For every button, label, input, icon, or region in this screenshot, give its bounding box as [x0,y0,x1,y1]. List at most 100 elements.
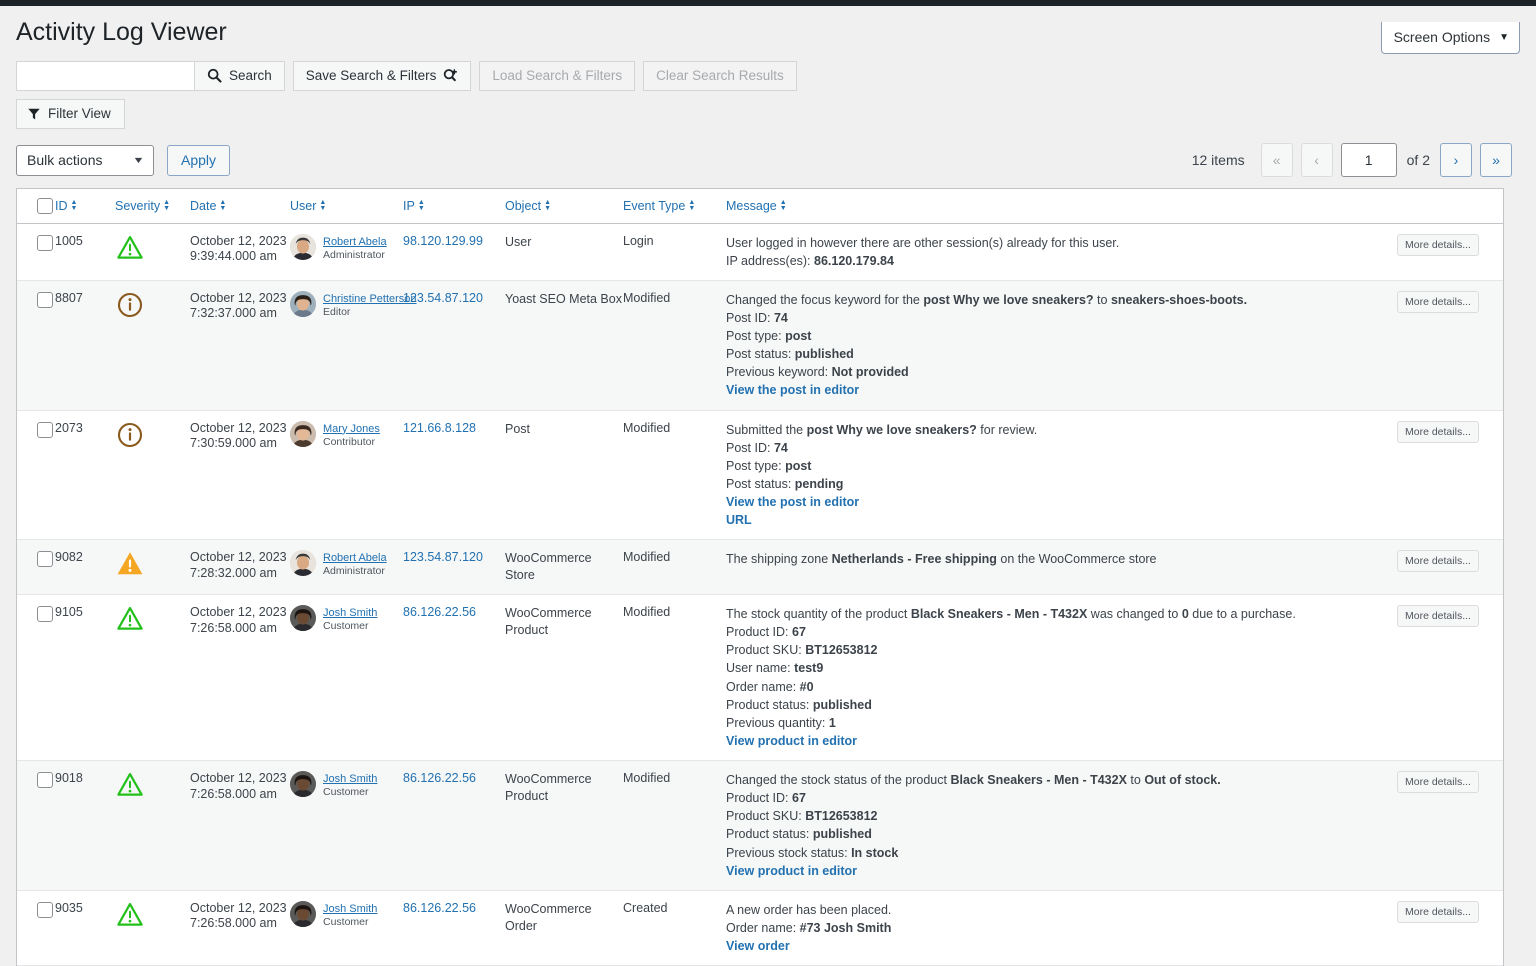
message-link[interactable]: URL [726,513,752,527]
ip-link[interactable]: 86.126.22.56 [403,771,476,785]
more-details-button[interactable]: More details... [1397,234,1479,256]
row-checkbox[interactable] [37,551,53,567]
ip-link[interactable]: 123.54.87.120 [403,550,483,564]
ip-link[interactable]: 86.126.22.56 [403,605,476,619]
clear-search-results-button[interactable]: Clear Search Results [643,61,797,91]
message-link[interactable]: View product in editor [726,734,857,748]
message-line: Post ID: 74 [726,439,1397,457]
user-name-link[interactable]: Josh Smith [323,903,377,915]
row-select-cell [17,761,55,891]
ip-link[interactable]: 123.54.87.120 [403,291,483,305]
ip-link[interactable]: 98.120.129.99 [403,234,483,248]
user-name-link[interactable]: Mary Jones [323,423,380,435]
row-checkbox[interactable] [37,292,53,308]
avatar-image [290,421,316,447]
column-header-user[interactable]: User ▲▼ [290,189,403,224]
row-message: Changed the focus keyword for the post W… [726,280,1397,410]
bulk-actions-select[interactable]: Bulk actions ▼ [16,145,154,176]
more-details-button[interactable]: More details... [1397,901,1479,923]
row-checkbox[interactable] [37,422,53,438]
message-line: The shipping zone Netherlands - Free shi… [726,550,1397,568]
message-link[interactable]: View order [726,939,790,953]
screen-options-toggle[interactable]: Screen Options ▼ [1381,22,1520,54]
load-search-filters-button[interactable]: Load Search & Filters [479,61,635,91]
row-checkbox[interactable] [37,606,53,622]
message-line: Order name: #0 [726,678,1397,696]
column-header-id[interactable]: ID ▲▼ [55,189,115,224]
row-user: Robert AbelaAdministrator [290,540,403,595]
message-line: Post status: published [726,345,1397,363]
row-severity [115,761,190,891]
message-line: A new order has been placed. [726,901,1397,919]
prev-page-button[interactable]: ‹ [1301,143,1333,177]
next-page-button[interactable]: › [1440,143,1472,177]
current-page-input[interactable]: 1 [1341,143,1397,177]
row-object: WooCommerce Product [505,761,623,891]
more-details-button[interactable]: More details... [1397,421,1479,443]
search-button[interactable]: Search [194,61,285,91]
more-details-button[interactable]: More details... [1397,550,1479,572]
user-name-link[interactable]: Robert Abela [323,552,387,564]
column-label-user: User [290,199,316,213]
row-event-type: Login [623,223,726,280]
user-name-link[interactable]: Robert Abela [323,236,387,248]
warning-triangle-icon [115,234,145,262]
save-search-filters-button[interactable]: Save Search & Filters [293,61,472,91]
row-actions: More details... [1397,761,1503,891]
sort-icon: ▲▼ [544,200,551,212]
message-line: Previous stock status: In stock [726,844,1397,862]
more-details-button[interactable]: More details... [1397,291,1479,313]
row-checkbox[interactable] [37,772,53,788]
row-user: Mary JonesContributor [290,410,403,540]
row-object: Post [505,410,623,540]
select-all-checkbox[interactable] [37,198,53,214]
page-title: Activity Log Viewer [16,16,1520,49]
message-line: Product ID: 67 [726,789,1397,807]
column-header-event-type[interactable]: Event Type ▲▼ [623,189,726,224]
message-link[interactable]: View product in editor [726,864,857,878]
message-line: Post type: post [726,457,1397,475]
message-line: Product status: published [726,696,1397,714]
table-head: ID ▲▼ Severity ▲▼ Date ▲▼ User ▲▼ [17,189,1503,224]
ip-link[interactable]: 121.66.8.128 [403,421,476,435]
apply-button[interactable]: Apply [167,145,230,176]
user-role: Editor [323,306,417,320]
table-row: 8807October 12, 20237:32:37.000 amChrist… [17,280,1503,410]
message-link[interactable]: View the post in editor [726,495,859,509]
table-row: 2073October 12, 20237:30:59.000 amMary J… [17,410,1503,540]
table-row: 9105October 12, 20237:26:58.000 amJosh S… [17,595,1503,761]
row-ip: 98.120.129.99 [403,223,505,280]
row-checkbox[interactable] [37,902,53,918]
column-header-ip[interactable]: IP ▲▼ [403,189,505,224]
more-details-button[interactable]: More details... [1397,605,1479,627]
search-input[interactable] [16,61,194,91]
row-severity [115,223,190,280]
more-details-button[interactable]: More details... [1397,771,1479,793]
column-header-message[interactable]: Message ▲▼ [726,189,1397,224]
row-checkbox[interactable] [37,235,53,251]
row-id: 1005 [55,223,115,280]
user-name-link[interactable]: Josh Smith [323,773,377,785]
table-body: 1005October 12, 20239:39:44.000 amRobert… [17,223,1503,966]
first-page-button[interactable]: « [1261,143,1293,177]
ip-link[interactable]: 86.126.22.56 [403,901,476,915]
message-link[interactable]: View the post in editor [726,383,859,397]
column-header-object[interactable]: Object ▲▼ [505,189,623,224]
row-message: The shipping zone Netherlands - Free shi… [726,540,1397,595]
avatar [290,291,316,317]
column-header-severity[interactable]: Severity ▲▼ [115,189,190,224]
row-message: User logged in however there are other s… [726,223,1397,280]
user-name-link[interactable]: Josh Smith [323,607,377,619]
row-event-type: Modified [623,761,726,891]
table-row: 9018October 12, 20237:26:58.000 amJosh S… [17,761,1503,891]
last-page-button[interactable]: » [1480,143,1512,177]
avatar-image [290,901,316,927]
row-ip: 123.54.87.120 [403,280,505,410]
column-header-date[interactable]: Date ▲▼ [190,189,290,224]
avatar [290,771,316,797]
filter-view-button[interactable]: Filter View [16,99,125,129]
row-select-cell [17,410,55,540]
row-select-cell [17,223,55,280]
table-row: 1005October 12, 20239:39:44.000 amRobert… [17,223,1503,280]
user-role: Administrator [323,249,387,263]
